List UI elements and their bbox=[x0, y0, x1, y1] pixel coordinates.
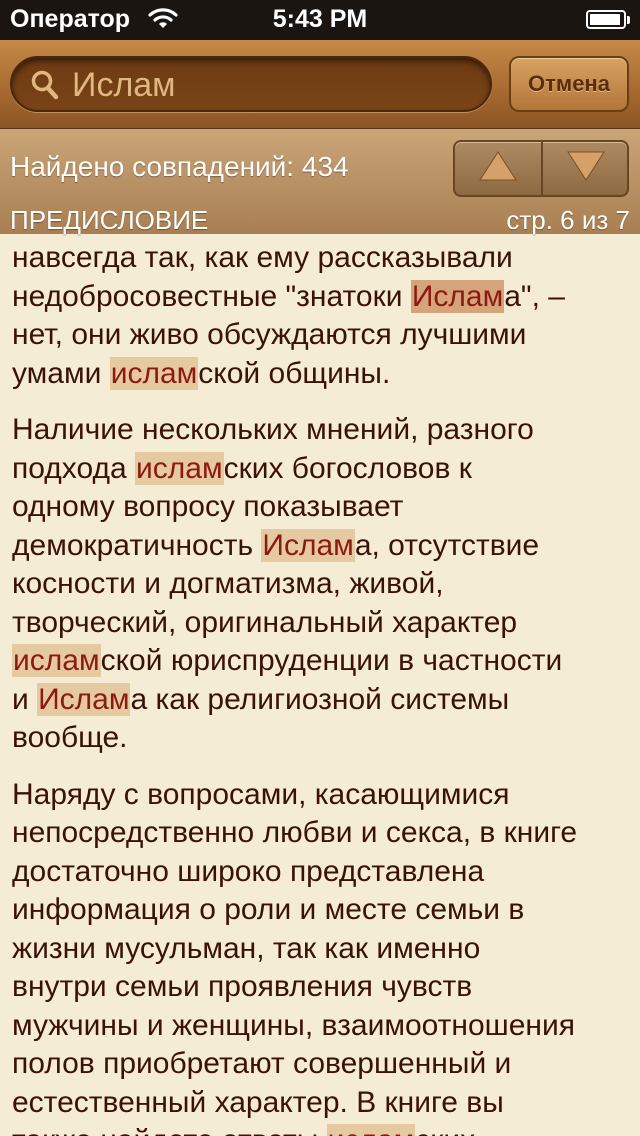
text-segment: жизни мусульман, так как именно bbox=[12, 931, 481, 965]
search-match-highlight: ислам bbox=[12, 644, 101, 677]
text-segment: косности и догматизма, живой, bbox=[12, 567, 444, 600]
text-segment: полов приобретают совершенный и bbox=[12, 1047, 512, 1080]
text-line: недобросовестные "знатоки Ислама", – bbox=[12, 278, 634, 317]
text-segment: информация о роли и месте семьи в bbox=[12, 893, 525, 926]
text-line: также найдете ответы исламских bbox=[12, 1122, 634, 1136]
clock: 5:43 PM bbox=[272, 5, 368, 33]
text-segment: ских bbox=[415, 1124, 475, 1136]
text-segment: нет, они живо обсуждаются лучшими bbox=[12, 318, 527, 351]
match-navigation bbox=[453, 140, 629, 197]
current-search-match: Ислам bbox=[410, 279, 505, 313]
text-segment: мужчины и женщины, взаимоотношения bbox=[12, 1008, 575, 1042]
text-segment: а", – bbox=[504, 279, 565, 313]
text-body: навсегда так, как ему рассказывали недобр… bbox=[12, 239, 634, 1136]
search-match-highlight: ислам bbox=[109, 356, 199, 390]
text-line: Наряду с вопросами, касающимися bbox=[12, 776, 634, 815]
paragraph: Наряду с вопросами, касающимися непосредс… bbox=[12, 776, 634, 1136]
paragraph: навсегда так, как ему рассказывали недобр… bbox=[12, 239, 634, 393]
text-line: жизни мусульман, так как именно bbox=[12, 930, 634, 969]
text-segment: а как религиозной системы bbox=[130, 682, 510, 716]
status-bar: Оператор 5:43 PM bbox=[0, 0, 640, 40]
text-segment: естественный характер. В книге вы bbox=[12, 1085, 504, 1119]
arrow-up-icon bbox=[479, 151, 517, 186]
text-line: умами исламской общины. bbox=[12, 355, 634, 394]
text-segment: и bbox=[12, 682, 38, 716]
text-line: демократичность Ислама, отсутствие bbox=[12, 527, 634, 566]
text-line: нет, они живо обсуждаются лучшими bbox=[12, 316, 634, 355]
text-segment: навсегда так, как ему рассказывали bbox=[12, 241, 513, 274]
search-match-highlight: ислам bbox=[135, 451, 224, 485]
reader-content[interactable]: навсегда так, как ему рассказывали недобр… bbox=[0, 234, 640, 1136]
text-segment: непосредственно любви и секса, в книге bbox=[12, 816, 578, 849]
text-line: навсегда так, как ему рассказывали bbox=[12, 239, 634, 278]
section-title: ПРЕДИСЛОВИЕ bbox=[10, 205, 209, 235]
text-line: мужчины и женщины, взаимоотношения bbox=[12, 1007, 634, 1046]
previous-match-button[interactable] bbox=[455, 142, 543, 195]
text-segment: внутри семьи проявления чувств bbox=[12, 970, 473, 1003]
text-segment: умами bbox=[12, 356, 110, 390]
text-segment: творческий, оригинальный характер bbox=[12, 605, 518, 639]
text-segment: одному вопросу показывает bbox=[12, 490, 404, 523]
search-bar: Отмена bbox=[0, 40, 640, 130]
text-segment: недобросовестные "знатоки bbox=[12, 279, 411, 313]
text-line: косности и догматизма, живой, bbox=[12, 565, 634, 604]
battery-icon bbox=[586, 10, 630, 29]
search-match-highlight: Ислам bbox=[261, 528, 355, 562]
text-line: одному вопросу показывает bbox=[12, 488, 634, 527]
text-segment: Наличие нескольких мнений, разного bbox=[12, 413, 534, 446]
text-segment: достаточно широко представлена bbox=[12, 854, 485, 888]
text-segment: а, отсутствие bbox=[354, 528, 540, 562]
text-line: вообще. bbox=[12, 719, 634, 758]
page-indicator: стр. 6 из 7 bbox=[506, 205, 630, 235]
search-match-highlight: ислам bbox=[326, 1124, 416, 1136]
text-segment: демократичность bbox=[12, 528, 262, 562]
search-match-highlight: Ислам bbox=[37, 682, 131, 716]
text-line: подхода исламских богословов к bbox=[12, 450, 634, 489]
text-segment: вообще. bbox=[12, 721, 128, 754]
text-line: Наличие нескольких мнений, разного bbox=[12, 411, 634, 450]
text-segment: ских богословов к bbox=[223, 451, 472, 485]
cancel-button[interactable]: Отмена bbox=[509, 56, 629, 112]
results-bar: Найдено совпадений: 434 ПРЕДИСЛОВИЕ стр.… bbox=[0, 129, 640, 235]
text-line: полов приобретают совершенный и bbox=[12, 1045, 634, 1084]
arrow-down-icon bbox=[567, 151, 605, 186]
next-match-button[interactable] bbox=[543, 142, 627, 195]
search-field[interactable] bbox=[10, 56, 492, 112]
magnifier-icon bbox=[30, 69, 60, 106]
text-segment: также найдете ответы bbox=[12, 1124, 327, 1136]
match-count: Найдено совпадений: 434 bbox=[10, 151, 349, 182]
text-segment: ской общины. bbox=[198, 356, 391, 390]
text-line: достаточно широко представлена bbox=[12, 853, 634, 892]
text-segment: Наряду с вопросами, касающимися bbox=[12, 777, 510, 811]
text-line: информация о роли и месте семьи в bbox=[12, 891, 634, 930]
text-line: непосредственно любви и секса, в книге bbox=[12, 814, 634, 853]
text-line: творческий, оригинальный характер bbox=[12, 604, 634, 643]
text-line: и Ислама как религиозной системы bbox=[12, 681, 634, 720]
text-segment: подхода bbox=[12, 451, 135, 485]
search-input[interactable] bbox=[70, 62, 474, 108]
text-segment: ской юриспруденции в частности bbox=[100, 644, 563, 677]
text-line: внутри семьи проявления чувств bbox=[12, 968, 634, 1007]
text-line: исламской юриспруденции в частности bbox=[12, 642, 634, 681]
text-line: естественный характер. В книге вы bbox=[12, 1084, 634, 1123]
paragraph: Наличие нескольких мнений, разного подход… bbox=[12, 411, 634, 758]
